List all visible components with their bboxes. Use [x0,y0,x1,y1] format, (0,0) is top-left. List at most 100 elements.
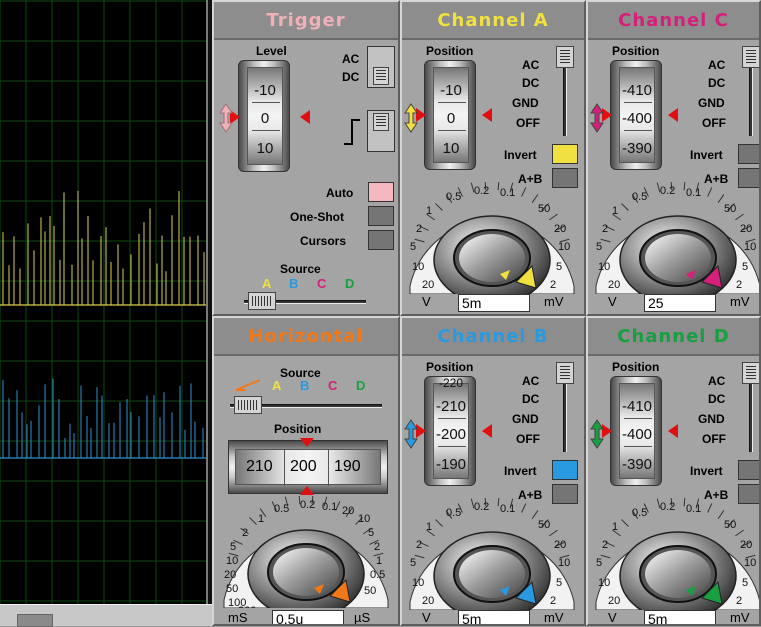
unit-left-label: V [422,610,431,625]
position-wheel[interactable]: -410 -400 -390 [610,376,662,486]
dial-scale-label: 2 [736,595,742,607]
invert-button[interactable] [552,460,578,480]
mode-gnd-label: GND [698,412,725,426]
dial-scale-label: 0.5 [274,503,289,515]
unit-right-label: mV [544,610,564,625]
dial-scale-label: 10 [744,241,756,253]
channel-title: Channel D [588,318,759,356]
wheel-value: -400 [621,426,653,443]
scope-display [0,0,212,627]
invert-label: Invert [690,148,723,162]
dial-scale-label: 20 [740,223,752,235]
dial-scale-label: 20 [422,279,434,291]
coupling-slider[interactable] [742,46,759,138]
volts-per-div-dial[interactable]: 0.5 0.2 0.1 1 50 2 20 5 10 10 5 20 2 [404,182,584,294]
dial-scale-label: 5 [596,557,602,569]
dial-scale-label: 5 [556,577,562,589]
unit-left-label: mS [228,610,248,625]
mode-ac-label: AC [522,58,540,72]
wheel-value: -190 [435,456,467,473]
cursors-label: Cursors [300,234,347,248]
source-a-label: A [262,276,272,291]
channel-title: Channel A [402,2,584,40]
dial-scale-label: 5 [410,241,416,253]
trigger-coupling-switch[interactable] [367,46,395,88]
dial-scale-label: 20 [422,595,434,607]
position-updown-icon [404,419,418,449]
timebase-value-field[interactable]: 0.5u [272,610,344,624]
volts-value-field[interactable]: 5m [644,610,716,624]
coupling-slider[interactable] [742,362,759,454]
mode-gnd-label: GND [698,96,725,110]
position-updown-icon [590,419,604,449]
dial-scale-label: 0.5 [632,507,647,519]
dial-scale-label: 1 [376,555,382,567]
dial-scale-label: 50 [538,519,550,531]
coupling-slider[interactable] [556,362,574,454]
source-c-label: C [317,276,327,291]
volts-value-field[interactable]: 5m [458,294,530,312]
trigger-edge-switch[interactable] [367,110,395,152]
trigger-edge-icon [344,119,360,145]
dial-scale-label: 2 [550,595,556,607]
trigger-updown-icon [219,103,233,133]
dial-scale-label: 0.1 [686,503,701,515]
dial-scale-label: 10 [558,557,570,569]
volts-value-field[interactable]: 25 [644,294,716,312]
position-marker-icon [300,486,314,495]
horizontal-panel: Horizontal Source A B C D Position 210 2… [212,316,400,626]
source-d-label: D [356,378,366,393]
dial-scale-label: 20 [608,595,620,607]
position-wheel[interactable]: -410 -400 -390 [610,60,662,170]
channel-title: Channel C [588,2,759,40]
dial-scale-label: 0.5 [446,191,461,203]
volts-value-field[interactable]: 5m [458,610,530,624]
position-wheel[interactable]: -10 0 10 [424,60,476,170]
dial-scale-label: 0.2 [660,501,675,513]
coupling-slider[interactable] [556,46,574,138]
trigger-source-slider[interactable] [244,292,366,310]
dial-scale-label: 0.2 [474,185,489,197]
dial-scale-label: 0.1 [322,501,337,513]
scope-scrollbar[interactable] [0,604,212,627]
dial-scale-label: 20 [608,279,620,291]
horizontal-source-slider[interactable] [230,396,382,414]
volts-per-div-dial[interactable]: 0.5 0.2 0.1 1 50 2 20 5 10 10 5 20 2 [404,498,584,610]
one-shot-button[interactable] [368,206,394,226]
dial-scale-label: 1 [258,513,264,525]
timebase-dial[interactable]: 0.50.20.11251020501002005210.5102050 [218,496,398,608]
dial-scale-label: 0.5 [632,191,647,203]
wheel-value: -390 [621,456,653,473]
auto-button[interactable] [368,182,394,202]
mode-dc-label: DC [522,392,540,406]
source-b-label: B [300,378,310,393]
horizontal-title: Horizontal [214,318,398,356]
wheel-value: -10 [254,82,276,99]
invert-button[interactable] [738,460,759,480]
scrollbar-thumb[interactable] [17,614,53,627]
wheel-value: 0 [446,110,456,127]
dial-scale-label: 5 [742,577,748,589]
unit-left-label: V [608,294,617,309]
mode-ac-label: AC [522,374,540,388]
source-c-label: C [328,378,338,393]
dial-scale-label: 2 [416,539,422,551]
position-wheel[interactable]: -220 -210 -200 -190 [424,376,476,486]
position-updown-icon [404,103,418,133]
mode-dc-label: DC [522,76,540,90]
trigger-level-wheel[interactable]: -10 0 10 [238,60,290,172]
invert-button[interactable] [552,144,578,164]
invert-button[interactable] [738,144,759,164]
volts-per-div-dial[interactable]: 0.5 0.2 0.1 1 50 2 20 5 10 10 5 20 2 [590,182,761,294]
wheel-marker-icon [300,110,310,124]
dial-scale-label: 50 [364,585,376,597]
wheel-value: 10 [442,140,460,157]
dial-scale-label: 2 [602,223,608,235]
dial-scale-label: 2 [416,223,422,235]
unit-right-label: mV [544,294,564,309]
dial-scale-label: 10 [412,577,424,589]
auto-label: Auto [326,186,354,200]
unit-left-label: V [608,610,617,625]
volts-per-div-dial[interactable]: 0.5 0.2 0.1 1 50 2 20 5 10 10 5 20 2 [590,498,761,610]
cursors-button[interactable] [368,230,394,250]
